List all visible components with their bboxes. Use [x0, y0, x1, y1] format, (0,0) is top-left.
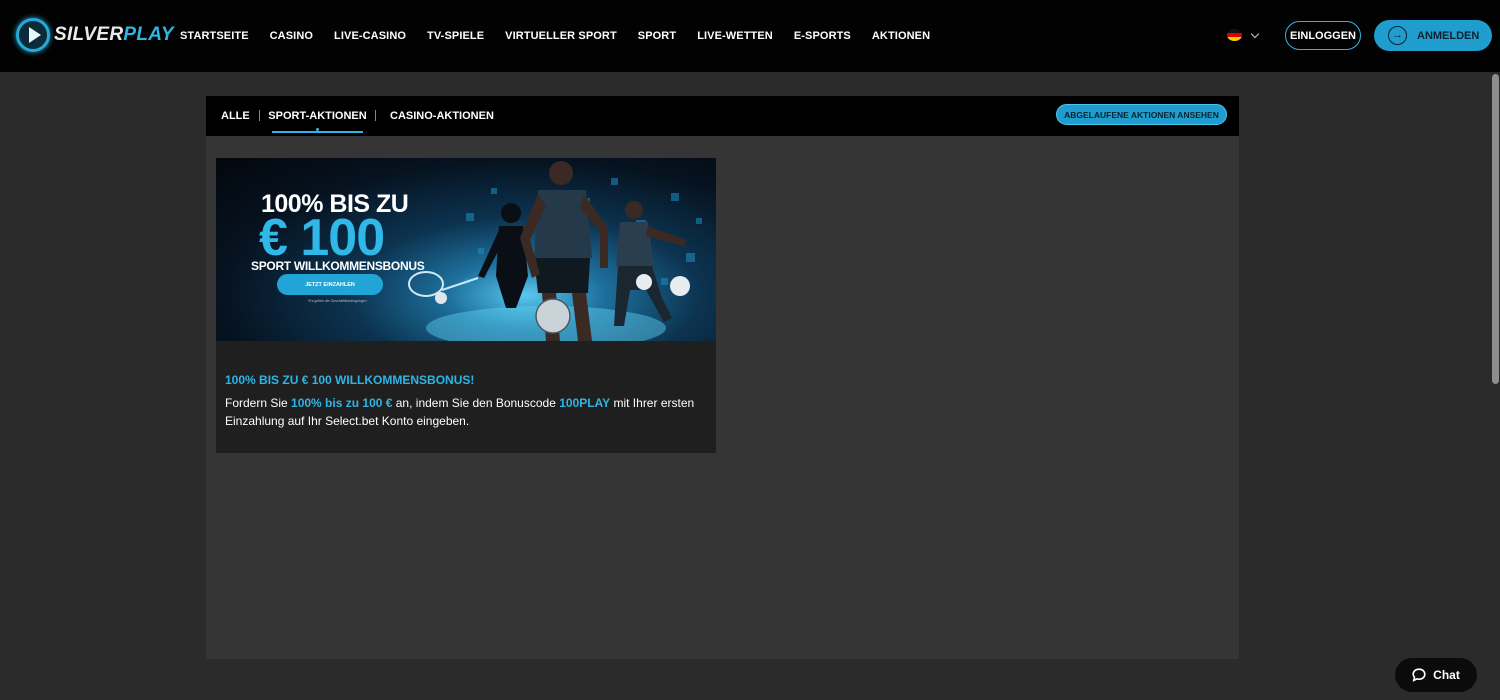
deposit-now-button[interactable]: JETZT EINZAHLEN: [277, 274, 383, 295]
chat-label: Chat: [1433, 668, 1460, 682]
tab-divider: [259, 110, 260, 121]
nav-live-casino[interactable]: LIVE-CASINO: [334, 30, 406, 42]
promo-tabs: ALLE SPORT-AKTIONEN CASINO-AKTIONEN ABGE…: [206, 96, 1239, 136]
germany-flag-icon: [1227, 29, 1242, 41]
chevron-down-icon: [1250, 29, 1260, 38]
tab-sport-aktionen[interactable]: SPORT-AKTIONEN: [268, 96, 367, 136]
bonus-code-highlight: 100PLAY: [559, 396, 611, 410]
nav-tv-spiele[interactable]: TV-SPIELE: [427, 30, 484, 42]
play-logo-icon: [16, 18, 50, 52]
logo-text: SILVERPLAY: [54, 24, 174, 45]
login-button[interactable]: EINLOGGEN: [1285, 21, 1361, 50]
tab-casino-aktionen[interactable]: CASINO-AKTIONEN: [390, 96, 494, 136]
promo-card[interactable]: 100% BIS ZU € 100 SPORT WILLKOMMENSBONUS…: [216, 158, 716, 453]
main-nav: STARTSEITE CASINO LIVE-CASINO TV-SPIELE …: [180, 0, 951, 72]
promo-banner[interactable]: 100% BIS ZU € 100 SPORT WILLKOMMENSBONUS…: [216, 158, 716, 341]
banner-fine-print: *Es gelten die Geschäftsbedingungen: [308, 299, 367, 303]
register-button[interactable]: → ANMELDEN: [1374, 20, 1492, 51]
language-selector[interactable]: [1227, 29, 1260, 41]
chat-bubble-icon: [1412, 668, 1426, 682]
nav-e-sports[interactable]: E-SPORTS: [794, 30, 851, 42]
nav-aktionen[interactable]: AKTIONEN: [872, 30, 930, 42]
nav-live-wetten[interactable]: LIVE-WETTEN: [697, 30, 773, 42]
nav-virtueller-sport[interactable]: VIRTUELLER SPORT: [505, 30, 617, 42]
register-label: ANMELDEN: [1417, 29, 1480, 42]
promo-description: Fordern Sie 100% bis zu 100 € an, indem …: [225, 396, 695, 428]
tab-alle[interactable]: ALLE: [221, 96, 250, 136]
silverplay-logo[interactable]: SILVERPLAY: [16, 18, 174, 52]
promo-title: 100% BIS ZU € 100 WILLKOMMENSBONUS!: [225, 373, 475, 387]
nav-startseite[interactable]: STARTSEITE: [180, 30, 249, 42]
top-header: SILVERPLAY STARTSEITE CASINO LIVE-CASINO…: [0, 0, 1500, 72]
nav-sport[interactable]: SPORT: [638, 30, 676, 42]
tab-divider: [375, 110, 376, 121]
arrow-right-circle-icon: →: [1388, 26, 1407, 45]
promotions-panel: ALLE SPORT-AKTIONEN CASINO-AKTIONEN ABGE…: [206, 96, 1239, 659]
bonus-amount-highlight: 100% bis zu 100 €: [291, 396, 393, 410]
banner-subtitle: SPORT WILLKOMMENSBONUS: [251, 259, 425, 273]
scrollbar-thumb[interactable]: [1492, 74, 1499, 384]
chat-button[interactable]: Chat: [1395, 658, 1477, 692]
nav-casino[interactable]: CASINO: [270, 30, 313, 42]
expired-promotions-button[interactable]: ABGELAUFENE AKTIONEN ANSEHEN: [1056, 104, 1227, 125]
